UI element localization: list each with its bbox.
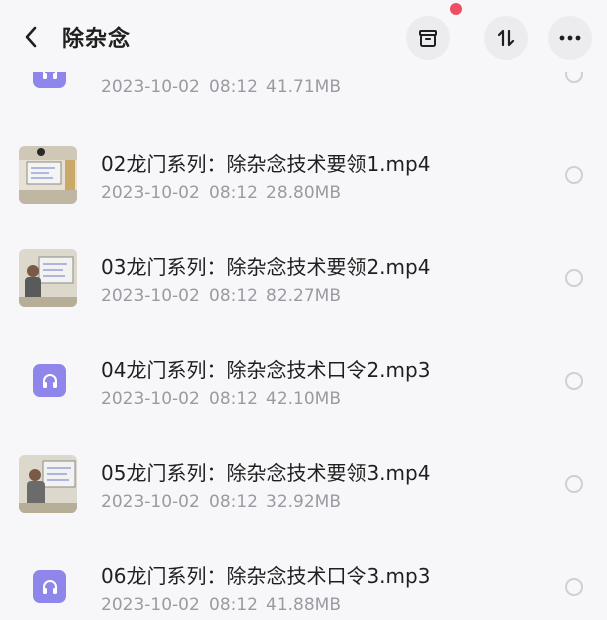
audio-file-icon [33, 364, 66, 397]
file-date: 2023-10-02 [101, 77, 200, 97]
file-size: 41.71MB [266, 77, 341, 97]
file-time: 08:12 [209, 183, 258, 203]
file-name: 03龙门系列：除杂念技术要领2.mp4 [101, 255, 431, 279]
select-radio[interactable] [565, 166, 583, 184]
file-name: 06龙门系列：除杂念技术口令3.mp3 [101, 564, 431, 588]
video-thumbnail [19, 249, 77, 307]
file-row[interactable]: 06龙门系列：除杂念技术口令3.mp3 2023-10-02 08:12 41.… [0, 530, 607, 620]
file-name: 02龙门系列：除杂念技术要领1.mp4 [101, 152, 431, 176]
back-button[interactable] [18, 24, 44, 50]
archive-button[interactable] [406, 16, 450, 60]
file-row[interactable]: 05龙门系列：除杂念技术要领3.mp4 2023-10-02 08:12 32.… [0, 427, 607, 530]
file-size: 28.80MB [266, 183, 341, 203]
file-date: 2023-10-02 [101, 595, 200, 615]
file-time: 08:12 [209, 595, 258, 615]
file-size: 82.27MB [266, 286, 341, 306]
sort-arrows-icon [497, 29, 515, 47]
file-time: 08:12 [209, 286, 258, 306]
file-time: 08:12 [209, 77, 258, 97]
video-thumbnail [19, 455, 77, 513]
more-dots-icon [559, 35, 581, 41]
file-time: 08:12 [209, 389, 258, 409]
file-date: 2023-10-02 [101, 183, 200, 203]
file-time: 08:12 [209, 492, 258, 512]
file-name: 05龙门系列：除杂念技术要领3.mp4 [101, 461, 431, 485]
file-row[interactable]: 04龙门系列：除杂念技术口令2.mp3 2023-10-02 08:12 42.… [0, 324, 607, 427]
page-title: 除杂念 [62, 27, 132, 52]
file-row[interactable]: 03龙门系列：除杂念技术要领2.mp4 2023-10-02 08:12 82.… [0, 221, 607, 324]
sort-button[interactable] [484, 16, 528, 60]
file-date: 2023-10-02 [101, 389, 200, 409]
file-date: 2023-10-02 [101, 286, 200, 306]
select-radio[interactable] [565, 269, 583, 287]
archive-box-icon [419, 30, 437, 47]
app-header: 除杂念 [0, 0, 607, 72]
more-button[interactable] [548, 16, 592, 60]
file-size: 42.10MB [266, 389, 341, 409]
file-name: 04龙门系列：除杂念技术口令2.mp3 [101, 358, 431, 382]
select-radio[interactable] [565, 372, 583, 390]
notification-dot [450, 3, 462, 15]
select-radio[interactable] [565, 578, 583, 596]
file-row[interactable]: 02龙门系列：除杂念技术要领1.mp4 2023-10-02 08:12 28.… [0, 118, 607, 221]
file-date: 2023-10-02 [101, 492, 200, 512]
file-size: 41.88MB [266, 595, 341, 615]
chevron-left-icon [25, 26, 37, 48]
file-size: 32.92MB [266, 492, 341, 512]
video-thumbnail [19, 146, 77, 204]
audio-file-icon [33, 570, 66, 603]
select-radio[interactable] [565, 475, 583, 493]
